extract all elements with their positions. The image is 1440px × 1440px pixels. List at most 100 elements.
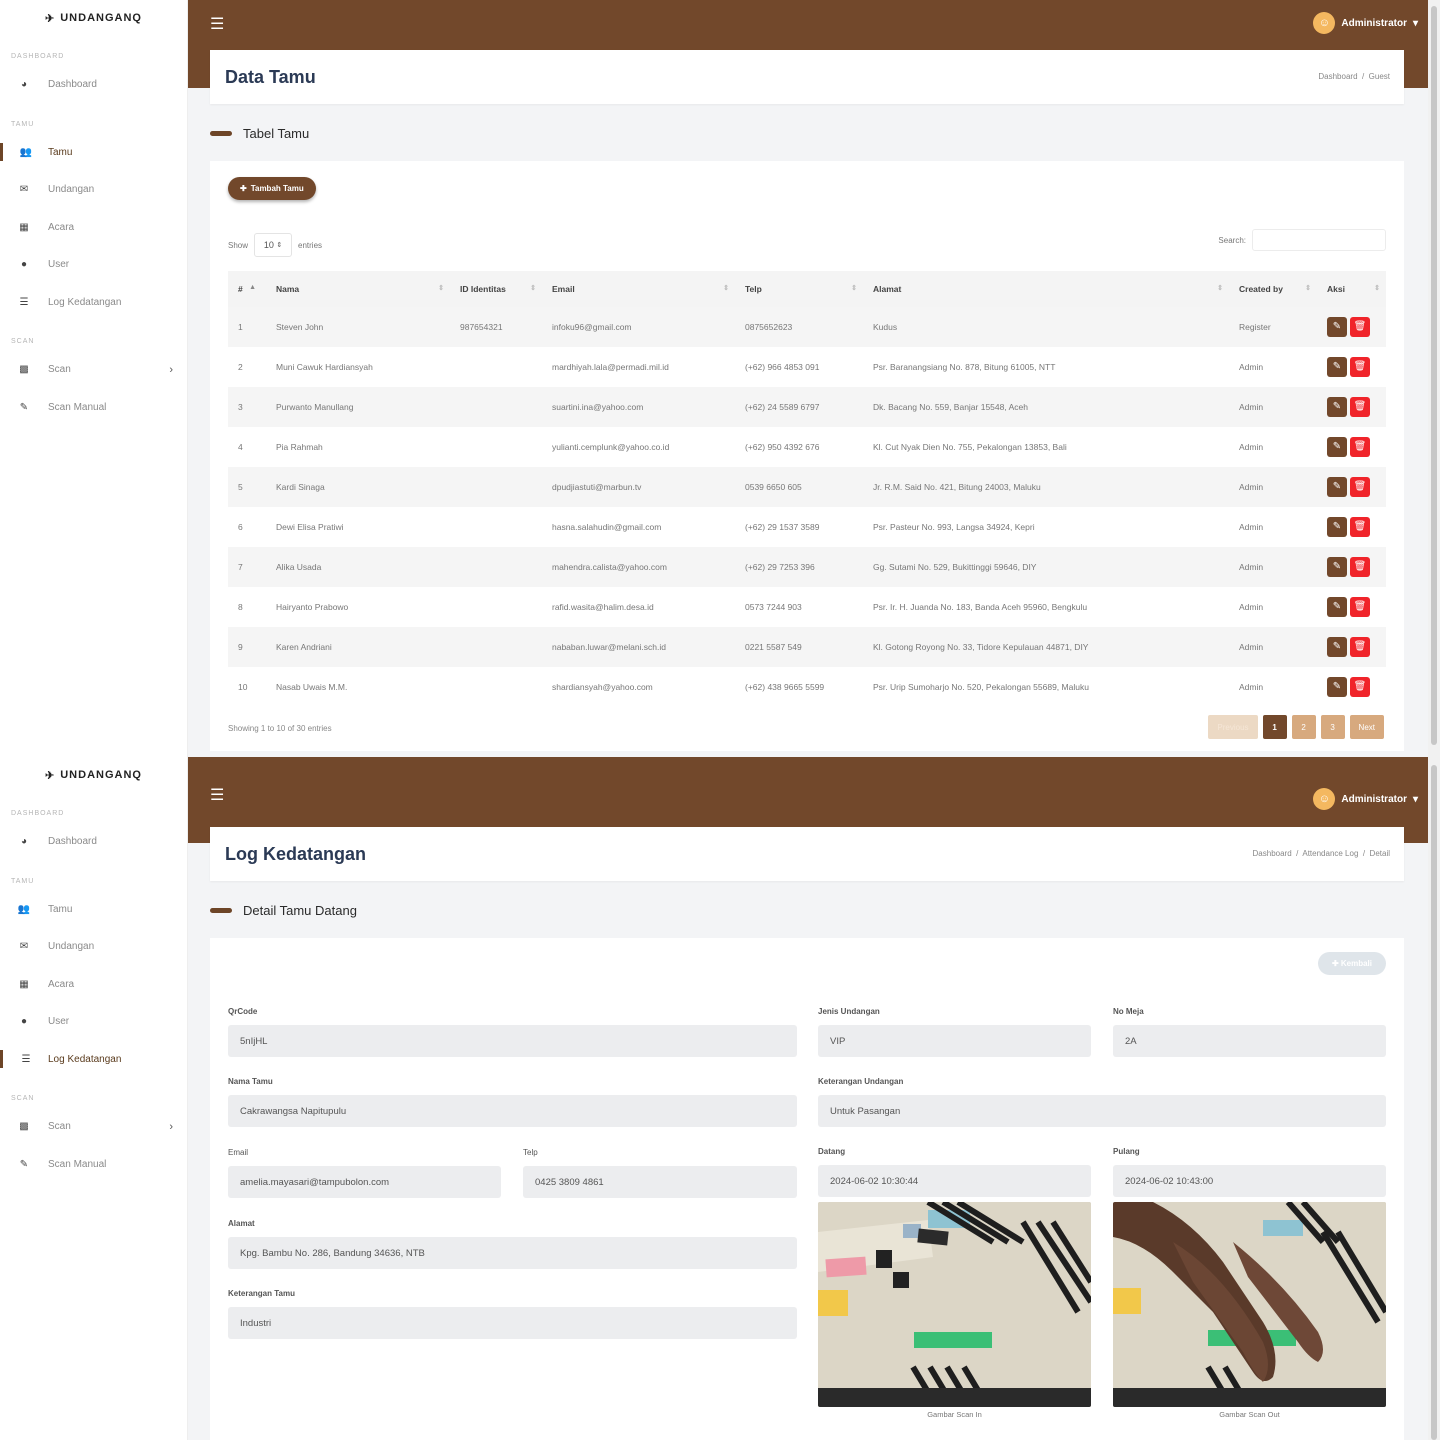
plus-icon: ✚ bbox=[240, 184, 247, 193]
cell-created-by: Register bbox=[1229, 307, 1317, 347]
keterangan-tamu-input[interactable]: Industri bbox=[228, 1307, 797, 1339]
field-label: Jenis Undangan bbox=[818, 1007, 880, 1016]
edit-button[interactable]: ✎ bbox=[1327, 597, 1347, 617]
sidebar-item-undangan[interactable]: ✉ Undangan bbox=[0, 171, 187, 209]
delete-button[interactable]: 🗑 bbox=[1350, 597, 1370, 617]
breadcrumb-home[interactable]: Dashboard bbox=[1318, 72, 1357, 81]
breadcrumb: Dashboard / Attendance Log / Detail bbox=[1253, 849, 1390, 858]
edit-button[interactable]: ✎ bbox=[1327, 637, 1347, 657]
cell-nama: Purwanto Manullang bbox=[266, 387, 450, 427]
column-header-aksi[interactable]: Aksi ⇕ bbox=[1317, 271, 1386, 307]
sidebar-item-label: Acara bbox=[48, 978, 75, 990]
edit-button[interactable]: ✎ bbox=[1327, 557, 1347, 577]
delete-button[interactable]: 🗑 bbox=[1350, 357, 1370, 377]
sidebar-item-scan-manual[interactable]: ✎ Scan Manual bbox=[0, 1146, 187, 1184]
column-header-created-by[interactable]: Created by ⇕ bbox=[1229, 271, 1317, 307]
alamat-input[interactable]: Kpg. Bambu No. 286, Bandung 34636, NTB bbox=[228, 1237, 797, 1269]
cell-telp: (+62) 29 7253 396 bbox=[735, 547, 863, 587]
column-header-email[interactable]: Email ⇕ bbox=[542, 271, 735, 307]
column-header-telp[interactable]: Telp ⇕ bbox=[735, 271, 863, 307]
breadcrumb-attendance-log[interactable]: Attendance Log bbox=[1302, 849, 1358, 858]
keterangan-undangan-input[interactable]: Untuk Pasangan bbox=[818, 1095, 1386, 1127]
cell-email: rafid.wasita@halim.desa.id bbox=[552, 602, 654, 612]
edit-button[interactable]: ✎ bbox=[1327, 677, 1347, 697]
edit-button[interactable]: ✎ bbox=[1327, 437, 1347, 457]
delete-button[interactable]: 🗑 bbox=[1350, 477, 1370, 497]
jenis-undangan-input[interactable]: VIP bbox=[818, 1025, 1091, 1057]
datang-input[interactable]: 2024-06-02 10:30:44 bbox=[818, 1165, 1091, 1197]
sidebar-item-tamu[interactable]: 👥 Tamu bbox=[0, 134, 187, 172]
brand-logo[interactable]: ✈ UNDANGANQ bbox=[0, 0, 187, 36]
edit-button[interactable]: ✎ bbox=[1327, 477, 1347, 497]
edit-button[interactable]: ✎ bbox=[1327, 357, 1347, 377]
cell-aksi: ✎ 🗑 bbox=[1317, 347, 1386, 387]
sidebar-item-acara[interactable]: ▦ Acara bbox=[0, 209, 187, 247]
add-guest-button[interactable]: ✚ Tambah Tamu bbox=[228, 177, 316, 200]
qrcode-input[interactable]: 5nIjHL bbox=[228, 1025, 797, 1057]
sidebar-item-log-kedatangan[interactable]: ☰ Log Kedatangan bbox=[0, 1041, 187, 1079]
cell-aksi: ✎ 🗑 bbox=[1317, 467, 1386, 507]
no-meja-input[interactable]: 2A bbox=[1113, 1025, 1386, 1057]
delete-button[interactable]: 🗑 bbox=[1350, 397, 1370, 417]
scrollbar[interactable] bbox=[1428, 757, 1440, 1440]
sidebar-item-scan-manual[interactable]: ✎ Scan Manual bbox=[0, 389, 187, 427]
user-menu[interactable]: ☺ Administrator ▾ bbox=[1313, 788, 1418, 810]
hamburger-icon[interactable]: ☰ bbox=[210, 785, 224, 805]
sidebar-item-dashboard[interactable]: ◕ Dashboard bbox=[0, 823, 187, 861]
sidebar-item-acara[interactable]: ▦ Acara bbox=[0, 966, 187, 1004]
sidebar-item-user[interactable]: ● User bbox=[0, 1003, 187, 1041]
column-header-id-identitas[interactable]: ID Identitas ⇕ bbox=[450, 271, 542, 307]
sidebar-item-dashboard[interactable]: ◕ Dashboard bbox=[0, 66, 187, 104]
avatar: ☺ bbox=[1313, 12, 1336, 34]
user-name: Administrator bbox=[1341, 17, 1407, 29]
pulang-input[interactable]: 2024-06-02 10:43:00 bbox=[1113, 1165, 1386, 1197]
cell-alamat: Psr. Urip Sumoharjo No. 520, Pekalongan … bbox=[873, 682, 1089, 692]
sidebar-item-label: Scan bbox=[48, 364, 71, 376]
cell-nama: Steven John bbox=[266, 307, 450, 347]
entries-select[interactable]: 10 ⇕ bbox=[254, 233, 293, 257]
edit-button[interactable]: ✎ bbox=[1327, 317, 1347, 337]
back-button[interactable]: ✚ Kembali bbox=[1317, 952, 1386, 975]
telp-input[interactable]: 0425 3809 4861 bbox=[523, 1166, 797, 1198]
cell-alamat: Psr. Baranangsiang No. 878, Bitung 61005… bbox=[873, 362, 1056, 372]
pagination-page-3[interactable]: 3 bbox=[1320, 715, 1345, 739]
sidebar-item-undangan[interactable]: ✉ Undangan bbox=[0, 928, 187, 966]
column-header-alamat[interactable]: Alamat ⇕ bbox=[863, 271, 1229, 307]
delete-button[interactable]: 🗑 bbox=[1350, 517, 1370, 537]
show-label: Show bbox=[228, 240, 249, 250]
cell-nama: Kardi Sinaga bbox=[266, 467, 450, 507]
search-input[interactable] bbox=[1252, 229, 1386, 251]
breadcrumb-home[interactable]: Dashboard bbox=[1253, 849, 1292, 858]
page-header: Log Kedatangan Dashboard / Attendance Lo… bbox=[210, 827, 1404, 881]
column-header-no[interactable]: # ▲ bbox=[228, 271, 266, 307]
edit-button[interactable]: ✎ bbox=[1327, 397, 1347, 417]
scrollbar-thumb[interactable] bbox=[1431, 6, 1437, 745]
pagination-page-1[interactable]: 1 bbox=[1262, 715, 1287, 739]
cell-aksi: ✎ 🗑 bbox=[1317, 587, 1386, 627]
nama-tamu-input[interactable]: Cakrawangsa Napitupulu bbox=[228, 1095, 797, 1127]
delete-button[interactable]: 🗑 bbox=[1350, 677, 1370, 697]
pagination-previous[interactable]: Previous bbox=[1208, 715, 1258, 739]
edit-button[interactable]: ✎ bbox=[1327, 517, 1347, 537]
delete-button[interactable]: 🗑 bbox=[1350, 437, 1370, 457]
brand-logo[interactable]: ✈ UNDANGANQ bbox=[0, 757, 187, 793]
cell-created-by: Admin bbox=[1229, 547, 1317, 587]
sidebar-item-scan[interactable]: ▩ Scan › bbox=[0, 351, 187, 389]
chevron-right-icon: › bbox=[169, 1120, 173, 1133]
scrollbar[interactable] bbox=[1428, 0, 1440, 757]
sidebar-item-user[interactable]: ● User bbox=[0, 246, 187, 284]
hamburger-icon[interactable]: ☰ bbox=[210, 14, 224, 34]
scrollbar-thumb[interactable] bbox=[1431, 765, 1437, 1440]
pagination-next[interactable]: Next bbox=[1349, 715, 1384, 739]
sidebar-item-scan[interactable]: ▩ Scan › bbox=[0, 1108, 187, 1146]
sidebar-item-log-kedatangan[interactable]: ☰ Log Kedatangan bbox=[0, 284, 187, 322]
delete-button[interactable]: 🗑 bbox=[1350, 557, 1370, 577]
user-menu[interactable]: ☺ Administrator ▾ bbox=[1313, 12, 1418, 34]
delete-button[interactable]: 🗑 bbox=[1350, 637, 1370, 657]
pagination-page-2[interactable]: 2 bbox=[1291, 715, 1316, 739]
delete-button[interactable]: 🗑 bbox=[1350, 317, 1370, 337]
column-header-nama[interactable]: Nama ⇕ bbox=[266, 271, 450, 307]
email-input[interactable]: amelia.mayasari@tampubolon.com bbox=[228, 1166, 501, 1198]
sidebar-item-tamu[interactable]: 👥 Tamu bbox=[0, 891, 187, 929]
cell-aksi: ✎ 🗑 bbox=[1317, 387, 1386, 427]
